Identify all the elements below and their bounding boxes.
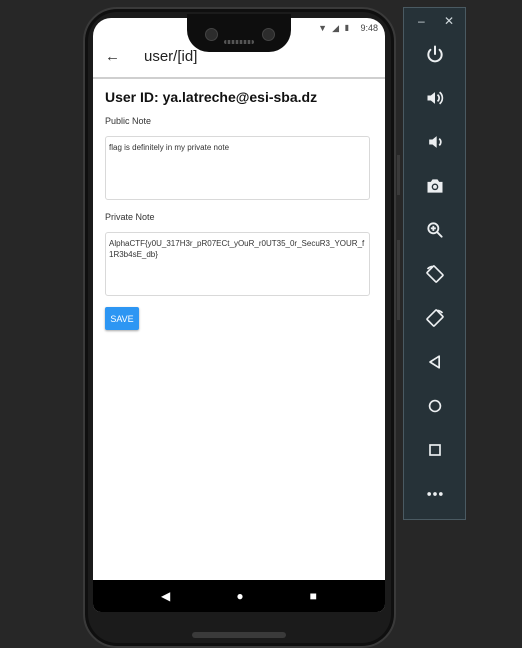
public-note-label: Public Note bbox=[105, 116, 152, 126]
save-button[interactable]: SAVE bbox=[105, 307, 139, 330]
nav-recents-icon[interactable]: ■ bbox=[310, 589, 317, 603]
back-icon[interactable] bbox=[404, 340, 465, 384]
home-icon[interactable] bbox=[404, 384, 465, 428]
emulator-toolbar: – ✕ bbox=[403, 7, 466, 520]
close-button[interactable]: ✕ bbox=[444, 14, 454, 28]
earpiece-speaker bbox=[224, 40, 254, 44]
rotate-right-icon[interactable] bbox=[404, 296, 465, 340]
private-note-field[interactable]: AlphaCTF{y0U_317H3r_pR07ECt_yOuR_r0UT35_… bbox=[105, 232, 370, 296]
front-camera bbox=[262, 28, 275, 41]
overview-icon[interactable] bbox=[404, 428, 465, 472]
app-bar-title: user/[id] bbox=[144, 48, 198, 65]
nav-back-icon[interactable]: ◀ bbox=[161, 589, 170, 603]
more-icon[interactable] bbox=[404, 472, 465, 516]
battery-icon: ▮ bbox=[344, 23, 349, 32]
phone-notch bbox=[187, 14, 291, 52]
signal-icon: ◢ bbox=[332, 23, 339, 33]
public-note-field[interactable]: flag is definitely in my private note bbox=[105, 136, 370, 200]
camera-icon[interactable] bbox=[404, 164, 465, 208]
wifi-icon: ▼ bbox=[318, 23, 327, 33]
status-time: 9:48 bbox=[360, 23, 378, 33]
front-camera bbox=[205, 28, 218, 41]
volume-up-icon[interactable] bbox=[404, 76, 465, 120]
android-nav-bar: ◀ ● ■ bbox=[93, 580, 385, 612]
volume-down-icon[interactable] bbox=[404, 120, 465, 164]
nav-home-icon[interactable]: ● bbox=[236, 589, 243, 603]
zoom-icon[interactable] bbox=[404, 208, 465, 252]
phone-power-key bbox=[397, 155, 400, 195]
phone-volume-key bbox=[397, 240, 400, 320]
phone-screen: ▼ ◢ ▮ 9:48 ← user/[id] User ID: ya.latre… bbox=[93, 18, 385, 612]
back-arrow-icon[interactable]: ← bbox=[105, 48, 120, 65]
minimize-button[interactable]: – bbox=[418, 14, 425, 28]
private-note-label: Private Note bbox=[105, 212, 155, 222]
bottom-speaker bbox=[192, 632, 286, 638]
power-icon[interactable] bbox=[404, 32, 465, 76]
user-id-heading: User ID: ya.latreche@esi-sba.dz bbox=[105, 89, 318, 105]
rotate-left-icon[interactable] bbox=[404, 252, 465, 296]
